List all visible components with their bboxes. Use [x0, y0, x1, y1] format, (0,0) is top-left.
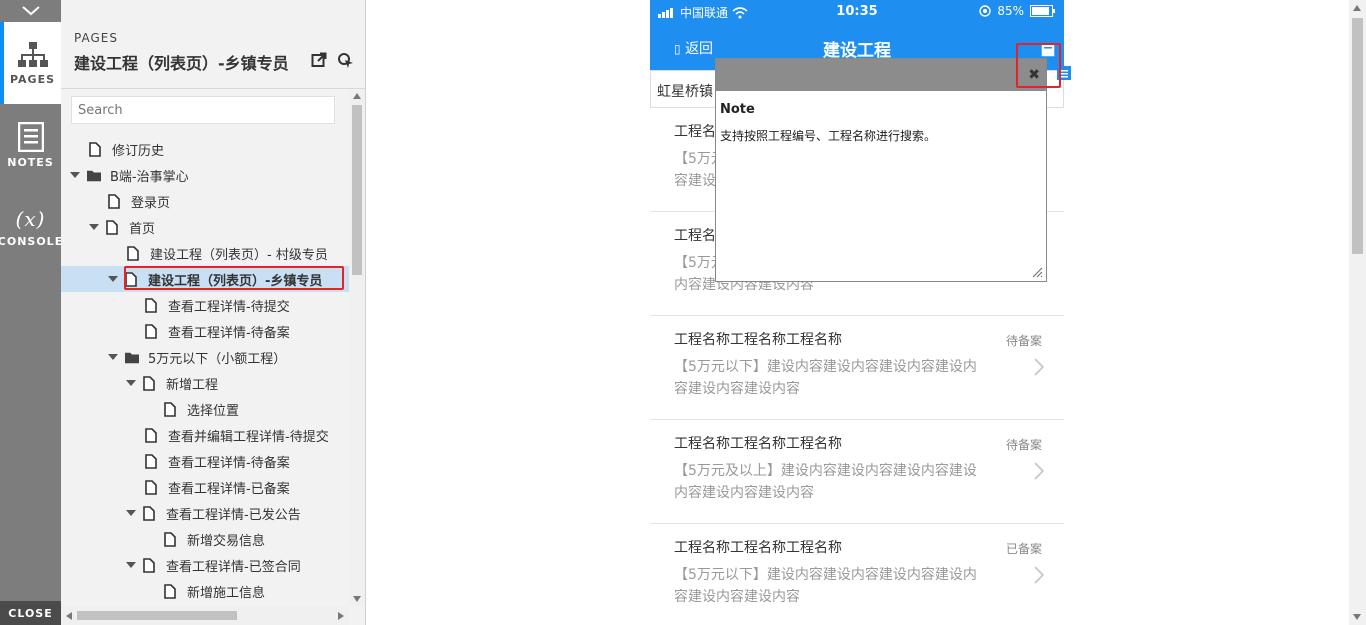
scroll-thumb[interactable] [1352, 18, 1363, 254]
folder-icon [125, 350, 139, 365]
status-badge: 已备案 [1005, 542, 1042, 556]
tree-item[interactable]: 选择位置 [61, 396, 349, 422]
page-icon [89, 141, 103, 157]
page-icon [145, 323, 159, 339]
tree-item[interactable]: 修订历史 [61, 136, 349, 162]
page-icon [106, 219, 120, 235]
caret-down-icon[interactable] [69, 172, 81, 178]
battery-icon [1030, 5, 1055, 17]
list-item[interactable]: 工程名称工程名称工程名称 待备案 【5万元以下】建设内容建设内容建设内容建设内容… [650, 316, 1064, 420]
chevron-down-icon [21, 6, 40, 16]
status-badge: 待备案 [1005, 334, 1042, 348]
left-rail: PAGES NOTES (x) CONSOLE CLOSE [0, 0, 64, 625]
pages-panel: PAGES 建设工程（列表页）-乡镇专员 修订历史 B端-治事掌心 [61, 0, 366, 625]
page-icon [145, 479, 159, 495]
scroll-up-icon[interactable] [353, 93, 361, 99]
page-icon [164, 531, 178, 547]
panel-title: 建设工程（列表页）-乡镇专员 [74, 54, 289, 73]
chevron-right-icon [1034, 462, 1044, 480]
tab-pages-label: PAGES [9, 72, 56, 86]
page-icon [127, 245, 141, 261]
page-icon [108, 193, 122, 209]
tree-item[interactable]: 首页 [61, 214, 349, 240]
page-icon [145, 427, 159, 443]
note-titlebar[interactable]: ✖ [716, 59, 1046, 91]
battery-label: 85% [997, 4, 1024, 18]
tree-item[interactable]: 查看工程详情-待提交 [61, 292, 349, 318]
caret-down-icon[interactable] [107, 276, 119, 282]
tree-item[interactable]: 查看工程详情-已备案 [61, 474, 349, 500]
tree-item[interactable]: B端-治事掌心 [61, 162, 349, 188]
close-button[interactable]: CLOSE [0, 601, 61, 625]
tree-vertical-scrollbar[interactable] [349, 89, 365, 606]
tree-item[interactable]: 建设工程（列表页）- 村级专员 [61, 240, 349, 266]
panel-divider [61, 88, 366, 89]
highlight-box [1016, 43, 1061, 88]
tab-notes-label: NOTES [7, 155, 54, 169]
scroll-thumb[interactable] [352, 105, 362, 275]
panel-section-label: PAGES [74, 31, 118, 45]
tree-item[interactable]: 查看工程详情-已发公告 [61, 500, 349, 526]
page-icon [164, 401, 178, 417]
page-tree: 修订历史 B端-治事掌心 登录页 首页 建设工程（列表页）- 村级专员 建设工程… [61, 136, 349, 606]
caret-down-icon[interactable] [125, 510, 137, 516]
open-external-icon[interactable] [311, 52, 327, 68]
scroll-down-icon[interactable] [353, 596, 361, 602]
highlight-box [124, 266, 344, 290]
caret-down-icon[interactable] [125, 380, 137, 386]
list-item[interactable]: 工程名称工程名称工程名称 待备案 【5万元及以上】建设内容建设内容建设内容建设内… [650, 420, 1064, 524]
resize-grip-icon[interactable] [1031, 266, 1043, 278]
folder-icon [87, 168, 101, 183]
list-item[interactable]: 工程名称工程名称工程名称 已备案 【5万元以下】建设内容建设内容建设内容建设内容… [650, 524, 1064, 625]
tree-item[interactable]: 查看并编辑工程详情-待提交 [61, 422, 349, 448]
caret-down-icon[interactable] [125, 562, 137, 568]
tree-item[interactable]: 新增交易信息 [61, 526, 349, 552]
tree-item[interactable]: 新增施工信息 [61, 578, 349, 604]
scroll-left-icon[interactable] [66, 612, 72, 620]
tab-pages[interactable]: PAGES [0, 22, 61, 104]
search-page-icon[interactable] [337, 52, 354, 69]
tab-notes[interactable]: NOTES [0, 104, 61, 186]
page-icon [143, 505, 157, 521]
page-icon [145, 297, 159, 313]
variable-icon: (x) [15, 206, 46, 231]
chevron-right-icon [1034, 566, 1044, 584]
note-body: 支持按照工程编号、工程名称进行搜索。 [720, 129, 937, 143]
page-vertical-scrollbar[interactable] [1349, 0, 1366, 625]
chevron-right-icon [1034, 358, 1044, 376]
tree-item[interactable]: 登录页 [61, 188, 349, 214]
notes-icon [17, 121, 44, 152]
sitemap-icon [17, 41, 48, 67]
caret-down-icon[interactable] [107, 354, 119, 360]
scroll-down-icon[interactable] [1353, 614, 1361, 620]
tree-item[interactable]: 查看工程详情-待备案 [61, 448, 349, 474]
tree-item[interactable]: 查看工程详情-待备案 [61, 318, 349, 344]
page-icon [164, 583, 178, 599]
tree-item[interactable]: 查看工程详情-已签合同 [61, 552, 349, 578]
tree-item[interactable]: 5万元以下（小额工程） [61, 344, 349, 370]
note-popup: ✖ Note 支持按照工程编号、工程名称进行搜索。 [715, 58, 1047, 282]
search-input[interactable] [71, 96, 335, 124]
note-heading: Note [720, 102, 755, 117]
tree-horizontal-scrollbar[interactable] [61, 606, 349, 625]
scroll-up-icon[interactable] [1353, 5, 1361, 11]
status-badge: 待备案 [1005, 438, 1042, 452]
page-icon [145, 453, 159, 469]
page-icon [143, 557, 157, 573]
tab-console-label: CONSOLE [0, 234, 64, 248]
tree-item[interactable]: 新增工程 [61, 370, 349, 396]
scroll-thumb[interactable] [77, 611, 237, 620]
tab-console[interactable]: (x) CONSOLE [0, 186, 64, 268]
orientation-lock-icon [979, 5, 992, 17]
scroll-right-icon[interactable] [338, 612, 344, 620]
status-bar: 中国联通 10:35 85% [650, 0, 1064, 24]
caret-down-icon[interactable] [88, 224, 100, 230]
collapse-toggle[interactable] [0, 0, 61, 22]
page-icon [143, 375, 157, 391]
